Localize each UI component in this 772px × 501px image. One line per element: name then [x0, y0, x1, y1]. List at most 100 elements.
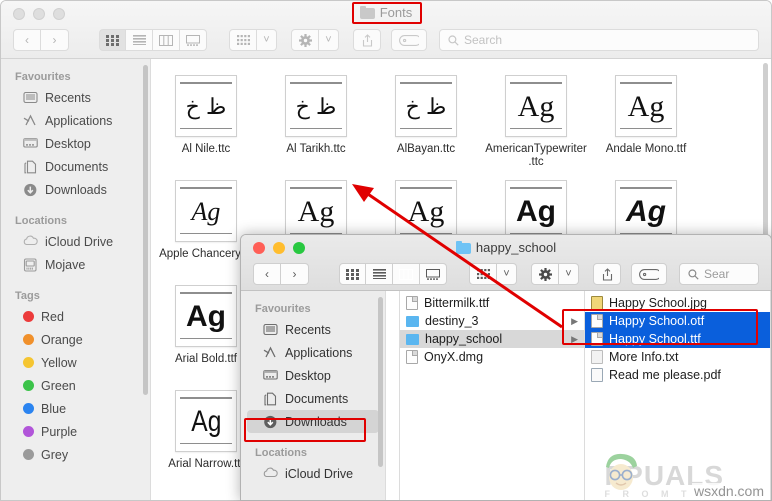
- sidebar-section-favourites-header: Favourites: [255, 303, 311, 315]
- list-item[interactable]: OnyX.dmg: [400, 348, 584, 366]
- sidebar-item-documents[interactable]: Documents: [1, 155, 150, 178]
- grid-scrollbar[interactable]: [763, 63, 768, 243]
- nav-buttons[interactable]: ‹ ›: [253, 263, 309, 285]
- back-button[interactable]: ‹: [253, 263, 281, 285]
- column-browser[interactable]: Bittermilk.ttf destiny_3 ▶ happy_school …: [386, 291, 771, 500]
- file-item[interactable]: Ag Andale Mono.ttf: [591, 71, 701, 176]
- sidebar-item-applications[interactable]: Applications: [241, 341, 385, 364]
- group-by-group[interactable]: ˅: [469, 263, 517, 285]
- font-preview-icon: Ag: [615, 180, 677, 242]
- view-mode-group[interactable]: [339, 263, 447, 285]
- font-document-icon: [591, 314, 603, 328]
- documents-icon: [23, 160, 38, 174]
- sidebar-item-mojave[interactable]: Mojave: [1, 253, 150, 276]
- list-item[interactable]: Bittermilk.ttf: [400, 294, 584, 312]
- group-by-chevron-down-icon[interactable]: ˅: [257, 29, 277, 51]
- sidebar-item-tag-blue[interactable]: Blue: [1, 397, 150, 420]
- action-chevron-down-icon[interactable]: ˅: [319, 29, 339, 51]
- sidebar-item-label: Desktop: [285, 368, 331, 383]
- list-view-button[interactable]: [366, 263, 393, 285]
- downloads-icon: [23, 183, 38, 197]
- action-chevron-down-icon[interactable]: ˅: [559, 263, 579, 285]
- sidebar-scrollbar[interactable]: [378, 297, 383, 467]
- sidebar-item-tag-green[interactable]: Green: [1, 374, 150, 397]
- column-view-button[interactable]: [393, 263, 420, 285]
- gear-icon[interactable]: [531, 263, 559, 285]
- list-item[interactable]: Happy School.jpg: [585, 294, 770, 312]
- action-menu-group[interactable]: ˅: [531, 263, 579, 285]
- list-item[interactable]: destiny_3 ▶: [400, 312, 584, 330]
- tags-icon[interactable]: [631, 263, 667, 285]
- sidebar-item-tag-orange[interactable]: Orange: [1, 328, 150, 351]
- group-by-chevron-down-icon[interactable]: ˅: [497, 263, 517, 285]
- action-menu-group[interactable]: ˅: [291, 29, 339, 51]
- sidebar-section-locations-header: Locations: [255, 447, 307, 459]
- search-icon: [448, 34, 459, 46]
- fonts-sidebar[interactable]: Favourites Recents Applications Desktop …: [1, 59, 151, 500]
- back-button[interactable]: ‹: [13, 29, 41, 51]
- file-name: Al Nile.ttc: [181, 143, 231, 155]
- font-preview-icon: ظ خ: [285, 75, 347, 137]
- gallery-view-button[interactable]: [180, 29, 207, 51]
- icon-view-button[interactable]: [99, 29, 126, 51]
- group-by-group[interactable]: ˅: [229, 29, 277, 51]
- group-by-button[interactable]: [229, 29, 257, 51]
- sidebar-item-recents[interactable]: Recents: [1, 86, 150, 109]
- nav-buttons[interactable]: ‹ ›: [13, 29, 69, 51]
- happy-school-sidebar[interactable]: Favourites Recents Applications Desktop …: [241, 291, 386, 500]
- happy-school-toolbar[interactable]: ‹ › ˅ ˅ Sear: [241, 257, 771, 291]
- file-item[interactable]: ظ خ Al Tarikh.ttc: [261, 71, 371, 176]
- list-item[interactable]: Happy School.ttf: [585, 330, 770, 348]
- sidebar-scrollbar[interactable]: [143, 65, 148, 395]
- sidebar-item-desktop[interactable]: Desktop: [241, 364, 385, 387]
- tags-icon[interactable]: [391, 29, 427, 51]
- column-view-button[interactable]: [153, 29, 180, 51]
- sidebar-item-downloads[interactable]: Downloads: [1, 178, 150, 201]
- view-mode-group[interactable]: [99, 29, 207, 51]
- font-preview-icon: Ag: [175, 180, 237, 242]
- font-glyph: ظ خ: [405, 94, 447, 119]
- file-item[interactable]: Ag AmericanTypewriter.ttc: [481, 71, 591, 176]
- sidebar-item-icloud-drive[interactable]: iCloud Drive: [1, 230, 150, 253]
- list-item[interactable]: Read me please.pdf: [585, 366, 770, 384]
- font-glyph: Ag: [626, 195, 666, 228]
- column-middle[interactable]: Bittermilk.ttf destiny_3 ▶ happy_school …: [400, 291, 585, 500]
- column-right[interactable]: Happy School.jpg Happy School.otf Happy …: [585, 291, 771, 500]
- gear-icon[interactable]: [291, 29, 319, 51]
- forward-button[interactable]: ›: [281, 263, 309, 285]
- search-input[interactable]: Search: [439, 29, 759, 51]
- happy-school-finder-window[interactable]: happy_school ‹ › ˅ ˅ Sear Favourites Rec…: [240, 234, 772, 501]
- sidebar-item-downloads[interactable]: Downloads: [247, 410, 379, 433]
- sidebar-item-tag-red[interactable]: Red: [1, 305, 150, 328]
- list-item[interactable]: Happy School.otf: [585, 312, 770, 330]
- file-item[interactable]: ظ خ Al Nile.ttc: [151, 71, 261, 176]
- group-by-button[interactable]: [469, 263, 497, 285]
- list-item[interactable]: happy_school ▶: [400, 330, 584, 348]
- forward-button[interactable]: ›: [41, 29, 69, 51]
- sidebar-item-tag-grey[interactable]: Grey: [1, 443, 150, 466]
- fonts-toolbar[interactable]: ‹ › ˅ ˅ Search: [1, 23, 771, 57]
- sidebar-item-recents[interactable]: Recents: [241, 318, 385, 341]
- gallery-view-button[interactable]: [420, 263, 447, 285]
- sidebar-item-icloud-drive[interactable]: iCloud Drive: [241, 462, 385, 485]
- column-left-partial[interactable]: [386, 291, 400, 500]
- sidebar-item-desktop[interactable]: Desktop: [1, 132, 150, 155]
- sidebar-item-tag-yellow[interactable]: Yellow: [1, 351, 150, 374]
- file-item[interactable]: ظ خ AlBayan.ttc: [371, 71, 481, 176]
- font-glyph: Ag: [297, 195, 335, 228]
- share-icon[interactable]: [593, 263, 621, 285]
- icon-view-button[interactable]: [339, 263, 366, 285]
- file-name: Read me please.pdf: [609, 368, 721, 382]
- document-icon: [406, 296, 418, 310]
- share-icon[interactable]: [353, 29, 381, 51]
- sidebar-item-documents[interactable]: Documents: [241, 387, 385, 410]
- chevron-right-icon[interactable]: ▶: [571, 316, 578, 327]
- pdf-document-icon: [591, 368, 603, 382]
- search-input[interactable]: Sear: [679, 263, 759, 285]
- sidebar-item-applications[interactable]: Applications: [1, 109, 150, 132]
- sidebar-item-tag-purple[interactable]: Purple: [1, 420, 150, 443]
- list-item[interactable]: More Info.txt: [585, 348, 770, 366]
- chevron-right-icon[interactable]: ▶: [571, 334, 578, 345]
- list-view-button[interactable]: [126, 29, 153, 51]
- font-glyph: ظ خ: [185, 94, 227, 119]
